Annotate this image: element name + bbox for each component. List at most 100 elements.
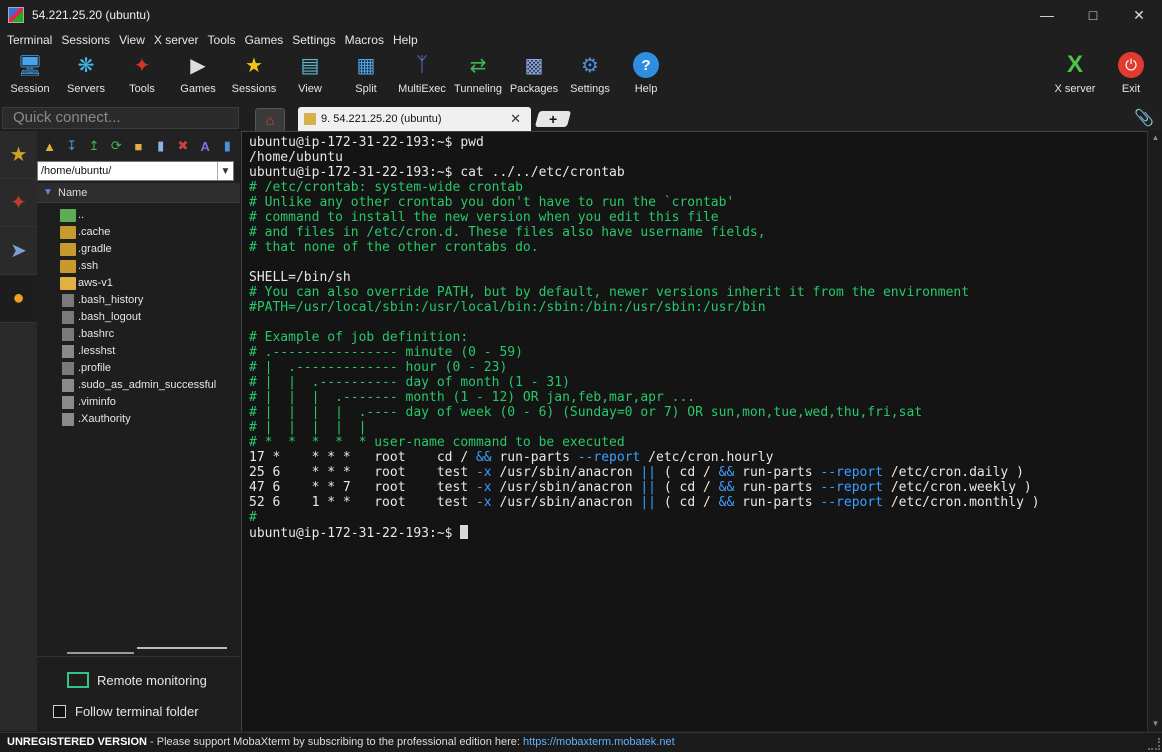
list-item[interactable]: .gradle [37, 241, 240, 258]
sort-arrow-icon: ▼ [43, 187, 53, 198]
home-tab[interactable]: ⌂ [255, 108, 285, 131]
settings-button[interactable]: ⚙ Settings [562, 52, 618, 100]
macros-side-tab[interactable]: ➤ [0, 227, 37, 275]
sftp-side-tab[interactable]: ● [0, 275, 37, 323]
tools-button[interactable]: ✦ Tools [114, 52, 170, 100]
refresh-button[interactable]: ⟳ [107, 136, 126, 156]
new-folder-button[interactable]: ■ [129, 136, 148, 156]
terminal-line: ubuntu@ip-172-31-22-193:~$ pwd [249, 135, 1040, 150]
terminal-text: # You can also override PATH, but by def… [249, 285, 970, 300]
sessions-button[interactable]: ★ Sessions [226, 52, 282, 100]
menu-macros[interactable]: Macros [345, 33, 384, 47]
tunneling-icon: ⇄ [469, 54, 487, 77]
file-icon [62, 294, 74, 307]
download-button[interactable]: ↧ [62, 136, 81, 156]
session-button[interactable]: 🖥 Session [2, 52, 58, 100]
path-field[interactable]: /home/ubuntu/ ▼ [37, 161, 234, 181]
list-item[interactable]: .bash_history [37, 292, 240, 309]
split-button[interactable]: ▦ Split [338, 52, 394, 100]
terminal-text: ubuntu@ip-172-31-22-193:~$ [249, 526, 461, 541]
mobaxterm-link[interactable]: https://mobaxterm.mobatek.net [523, 736, 675, 748]
delete-button[interactable]: ✖ [173, 136, 192, 156]
main-toolbar: 🖥 Session ❋ Servers ✦ Tools ▶ Games ★ Se… [0, 50, 1162, 102]
terminal-text: /etc/cron.weekly ) [883, 480, 1032, 495]
rename-button[interactable]: A [196, 136, 215, 156]
list-item[interactable]: .. [37, 207, 240, 224]
terminal-text: && [718, 495, 735, 510]
menu-x-server[interactable]: X server [154, 33, 199, 47]
power-icon: ⏻ [1118, 52, 1144, 78]
menu-settings[interactable]: Settings [292, 33, 335, 47]
list-item[interactable]: .bash_logout [37, 309, 240, 326]
menu-terminal[interactable]: Terminal [7, 33, 52, 47]
list-item[interactable]: .Xauthority [37, 411, 240, 428]
menu-help[interactable]: Help [393, 33, 418, 47]
list-item[interactable]: .lesshst [37, 343, 240, 360]
terminal-cursor [460, 525, 469, 539]
file-icon [62, 413, 74, 426]
x-server-button[interactable]: X X server [1047, 51, 1103, 100]
list-item[interactable]: .viminfo [37, 394, 240, 411]
exit-button[interactable]: ⏻ Exit [1103, 52, 1159, 100]
folder-icon [60, 260, 76, 273]
terminal-scrollbar[interactable]: ▲ ▼ [1147, 131, 1162, 731]
terminal-line: # | | | .------- month (1 - 12) OR jan,f… [249, 390, 1040, 405]
multiexec-button[interactable]: ᛉ MultiExec [394, 52, 450, 100]
menu-view[interactable]: View [119, 33, 145, 47]
minimize-button[interactable]: — [1024, 0, 1070, 30]
horizontal-scrollbar[interactable] [137, 647, 227, 649]
games-button[interactable]: ▶ Games [170, 52, 226, 100]
tunneling-button[interactable]: ⇄ Tunneling [450, 52, 506, 100]
chevron-down-icon[interactable]: ▼ [217, 162, 233, 180]
view-button[interactable]: ▤ View [282, 52, 338, 100]
quick-connect-input[interactable]: Quick connect... [2, 107, 239, 129]
new-tab-button[interactable]: + [534, 111, 572, 127]
terminal-line: # | | | | .---- day of week (0 - 6) (Sun… [249, 405, 1040, 420]
menu-tools[interactable]: Tools [208, 33, 236, 47]
list-item[interactable]: .sudo_as_admin_successful [37, 377, 240, 394]
close-tab-icon[interactable]: ✕ [510, 111, 521, 127]
list-item[interactable]: aws-v1 [37, 275, 240, 292]
servers-button[interactable]: ❋ Servers [58, 52, 114, 100]
tools-icon: ✦ [133, 54, 151, 77]
star-icon: ★ [9, 144, 28, 166]
maximize-button[interactable]: □ [1070, 0, 1116, 30]
close-window-button[interactable]: ✕ [1116, 0, 1162, 30]
session-tab[interactable]: 9. 54.221.25.20 (ubuntu) ✕ [298, 107, 531, 131]
tools-side-tab[interactable]: ✦ [0, 179, 37, 227]
properties-button[interactable]: ▮ [218, 136, 237, 156]
help-button[interactable]: ? Help [618, 52, 674, 100]
terminal-text: ( cd / [656, 465, 719, 480]
file-toolbar: ▲ ↧ ↥ ⟳ ■ ▮ ✖ A ▮ [37, 131, 240, 161]
upload-button[interactable]: ↥ [84, 136, 103, 156]
terminal-text: # | | | | | [249, 420, 367, 435]
paperclip-icon[interactable]: 📎 [1134, 108, 1154, 128]
terminal-text: # | .------------- hour (0 - 23) [249, 360, 508, 375]
resize-grip[interactable] [1148, 738, 1160, 750]
monitor-icon [67, 672, 89, 688]
menu-sessions[interactable]: Sessions [61, 33, 110, 47]
home-icon: ⌂ [265, 112, 275, 128]
file-icon [62, 345, 74, 358]
list-item[interactable]: .ssh [37, 258, 240, 275]
list-item[interactable]: .cache [37, 224, 240, 241]
remote-monitoring-button[interactable]: Remote monitoring [67, 671, 207, 689]
packages-button[interactable]: ▩ Packages [506, 52, 562, 100]
file-icon [62, 362, 74, 375]
panel-divider [67, 652, 134, 654]
follow-terminal-checkbox[interactable]: Follow terminal folder [53, 704, 199, 719]
scroll-down-icon[interactable]: ▼ [1148, 717, 1162, 731]
scroll-up-icon[interactable]: ▲ [1148, 131, 1162, 145]
terminal-text: # Example of job definition: [249, 330, 469, 345]
terminal-text: || [640, 465, 657, 480]
list-item[interactable]: .profile [37, 360, 240, 377]
terminal-text: SHELL=/bin/sh [249, 270, 351, 285]
list-item[interactable]: .bashrc [37, 326, 240, 343]
name-column-header[interactable]: ▼ Name [37, 183, 240, 203]
new-file-button[interactable]: ▮ [151, 136, 170, 156]
checkbox[interactable] [53, 705, 66, 718]
menu-games[interactable]: Games [245, 33, 284, 47]
terminal-view[interactable]: ubuntu@ip-172-31-22-193:~$ pwd/home/ubun… [241, 131, 1147, 731]
sessions-side-tab[interactable]: ★ [0, 131, 37, 179]
parent-folder-button[interactable]: ▲ [40, 136, 59, 156]
